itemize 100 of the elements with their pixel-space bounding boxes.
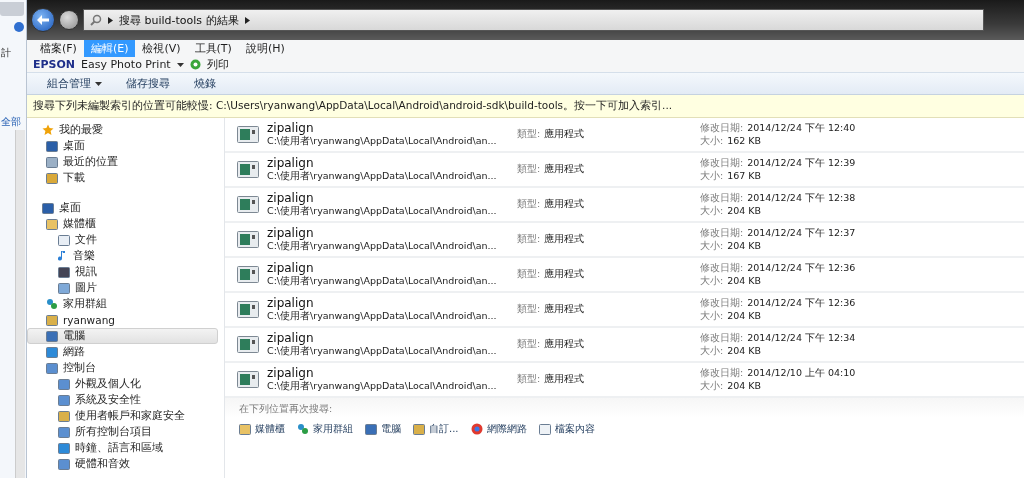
toolbar-button[interactable]: 燒錄 <box>184 74 226 93</box>
type-label: 類型: <box>517 338 541 351</box>
nav-item[interactable]: 網路 <box>27 344 218 360</box>
nav-item[interactable]: 下載 <box>27 170 218 186</box>
size-label: 大小: <box>700 169 724 183</box>
result-row[interactable]: zipalign C:\使用者\ryanwang\AppData\Local\Android\an... 類型: 應用程式 修改日期: 2014/12/24 下午 12:36 大小: 204 KB <box>225 258 1024 293</box>
type-value: 應用程式 <box>544 338 585 351</box>
size-value: 204 KB <box>727 309 762 323</box>
file-name: zipalign <box>267 156 315 170</box>
size-value: 167 KB <box>727 169 762 183</box>
file-name: zipalign <box>267 191 315 205</box>
nav-item[interactable]: 圖片 <box>27 280 218 296</box>
menu-item[interactable]: 說明(H) <box>238 40 292 57</box>
size-label: 大小: <box>700 134 724 148</box>
size-label: 大小: <box>700 204 724 218</box>
info-bar[interactable]: 搜尋下列未編製索引的位置可能較慢: C:\Users\ryanwang\AppData\Local\Android\android-sdk\build-tools。按一下可加入索引... <box>27 95 1024 118</box>
nav-item[interactable]: 時鐘、語言和區域 <box>27 440 218 456</box>
search-location-link[interactable]: 電腦 <box>365 422 401 436</box>
toolbar-button[interactable]: 儲存搜尋 <box>116 74 180 93</box>
date-label: 修改日期: <box>700 156 744 170</box>
nav-item[interactable]: 使用者帳戶和家庭安全 <box>27 408 218 424</box>
date-value: 2014/12/24 下午 12:39 <box>747 156 856 170</box>
print-link[interactable]: 列印 <box>206 57 229 72</box>
menu-item[interactable]: 檢視(V) <box>135 40 188 57</box>
size-label: 大小: <box>700 309 724 323</box>
app-label[interactable]: Easy Photo Print <box>81 58 171 71</box>
date-value: 2014/12/24 下午 12:36 <box>747 261 856 275</box>
result-row[interactable]: zipalign C:\使用者\ryanwang\AppData\Local\Android\an... 類型: 應用程式 修改日期: 2014/12/24 下午 12:38 大小: 204 KB <box>225 188 1024 223</box>
toolbar-button[interactable]: 組合管理 <box>37 74 112 93</box>
file-name: zipalign <box>267 226 315 240</box>
date-value: 2014/12/24 下午 12:36 <box>747 296 856 310</box>
nav-item[interactable]: 桌面 <box>27 200 218 216</box>
type-label: 類型: <box>517 128 541 141</box>
size-value: 204 KB <box>727 344 762 358</box>
nav-item[interactable]: ryanwang <box>27 312 218 328</box>
result-row[interactable]: zipalign C:\使用者\ryanwang\AppData\Local\Android\an... 類型: 應用程式 修改日期: 2014/12/24 下午 12:36 大小: 204 KB <box>225 293 1024 328</box>
type-value: 應用程式 <box>544 233 585 246</box>
search-location-link[interactable]: 自訂... <box>413 422 459 436</box>
brand-label: EPSON <box>33 58 76 71</box>
file-path: C:\使用者\ryanwang\AppData\Local\Android\an... <box>267 170 498 183</box>
menu-item[interactable]: 檔案(F) <box>33 40 84 57</box>
search-location-link[interactable]: 家用群組 <box>297 422 353 436</box>
file-path: C:\使用者\ryanwang\AppData\Local\Android\an... <box>267 310 498 323</box>
date-value: 2014/12/24 下午 12:37 <box>747 226 856 240</box>
file-path: C:\使用者\ryanwang\AppData\Local\Android\an... <box>267 135 498 148</box>
nav-item[interactable]: 最近的位置 <box>27 154 218 170</box>
size-value: 204 KB <box>727 379 762 393</box>
nav-item[interactable]: 所有控制台項目 <box>27 424 218 440</box>
type-label: 類型: <box>517 233 541 246</box>
menu-item[interactable]: 工具(T) <box>187 40 239 57</box>
file-name: zipalign <box>267 121 315 135</box>
address-crumb[interactable]: 搜尋 build-tools 的結果 <box>119 12 239 28</box>
file-path: C:\使用者\ryanwang\AppData\Local\Android\an... <box>267 205 498 218</box>
nav-item[interactable]: 視訊 <box>27 264 218 280</box>
result-row[interactable]: zipalign C:\使用者\ryanwang\AppData\Local\Android\an... 類型: 應用程式 修改日期: 2014/12/24 下午 12:34 大小: 204 KB <box>225 328 1024 363</box>
nav-item[interactable]: 文件 <box>27 232 218 248</box>
date-value: 2014/12/24 下午 12:38 <box>747 191 856 205</box>
file-path: C:\使用者\ryanwang\AppData\Local\Android\an... <box>267 275 498 288</box>
search-location-link[interactable]: 網際網路 <box>470 422 527 436</box>
nav-item[interactable]: 家用群組 <box>27 296 218 312</box>
date-value: 2014/12/24 下午 12:40 <box>747 121 856 135</box>
nav-item[interactable]: 系統及安全性 <box>27 392 218 408</box>
background-text: 計 <box>0 46 12 60</box>
size-value: 204 KB <box>727 204 762 218</box>
search-location-link[interactable]: 媒體櫃 <box>239 422 285 436</box>
type-value: 應用程式 <box>544 268 585 281</box>
nav-item[interactable]: 我的最愛 <box>27 122 218 138</box>
nav-item[interactable]: 媒體櫃 <box>27 216 218 232</box>
date-value: 2014/12/10 上午 04:10 <box>747 366 856 380</box>
size-value: 162 KB <box>727 134 762 148</box>
date-label: 修改日期: <box>700 226 744 240</box>
file-path: C:\使用者\ryanwang\AppData\Local\Android\an... <box>267 240 498 253</box>
file-name: zipalign <box>267 296 315 310</box>
type-value: 應用程式 <box>544 373 585 386</box>
size-label: 大小: <box>700 239 724 253</box>
type-value: 應用程式 <box>544 303 585 316</box>
file-name: zipalign <box>267 331 315 345</box>
nav-item[interactable]: 音樂 <box>27 248 218 264</box>
file-path: C:\使用者\ryanwang\AppData\Local\Android\an... <box>267 380 498 393</box>
type-label: 類型: <box>517 198 541 211</box>
nav-item[interactable]: 電腦 <box>27 328 218 344</box>
nav-item[interactable]: 控制台 <box>27 360 218 376</box>
date-label: 修改日期: <box>700 331 744 345</box>
file-name: zipalign <box>267 366 315 380</box>
search-location-link[interactable]: 檔案內容 <box>538 422 595 436</box>
date-label: 修改日期: <box>700 121 744 135</box>
date-label: 修改日期: <box>700 191 744 205</box>
result-row[interactable]: zipalign C:\使用者\ryanwang\AppData\Local\Android\an... 類型: 應用程式 修改日期: 2014/12/24 下午 12:39 大小: 167 KB <box>225 153 1024 188</box>
nav-item[interactable]: 硬體和音效 <box>27 456 218 472</box>
result-row[interactable]: zipalign C:\使用者\ryanwang\AppData\Local\Android\an... 類型: 應用程式 修改日期: 2014/12/24 下午 12:37 大小: 204 KB <box>225 223 1024 258</box>
nav-item[interactable]: 外觀及個人化 <box>27 376 218 392</box>
nav-item[interactable]: 桌面 <box>27 138 218 154</box>
search-again-title: 在下列位置再次搜尋: <box>239 403 334 416</box>
date-label: 修改日期: <box>700 366 744 380</box>
type-value: 應用程式 <box>544 163 585 176</box>
address-bar[interactable]: 搜尋 build-tools 的結果 <box>83 9 984 31</box>
background-link[interactable]: 全部 <box>0 115 26 129</box>
size-label: 大小: <box>700 379 724 393</box>
date-label: 修改日期: <box>700 296 744 310</box>
result-row[interactable]: zipalign C:\使用者\ryanwang\AppData\Local\Android\an... 類型: 應用程式 修改日期: 2014/12/24 下午 12:40 大小: 162 KB <box>225 118 1024 153</box>
